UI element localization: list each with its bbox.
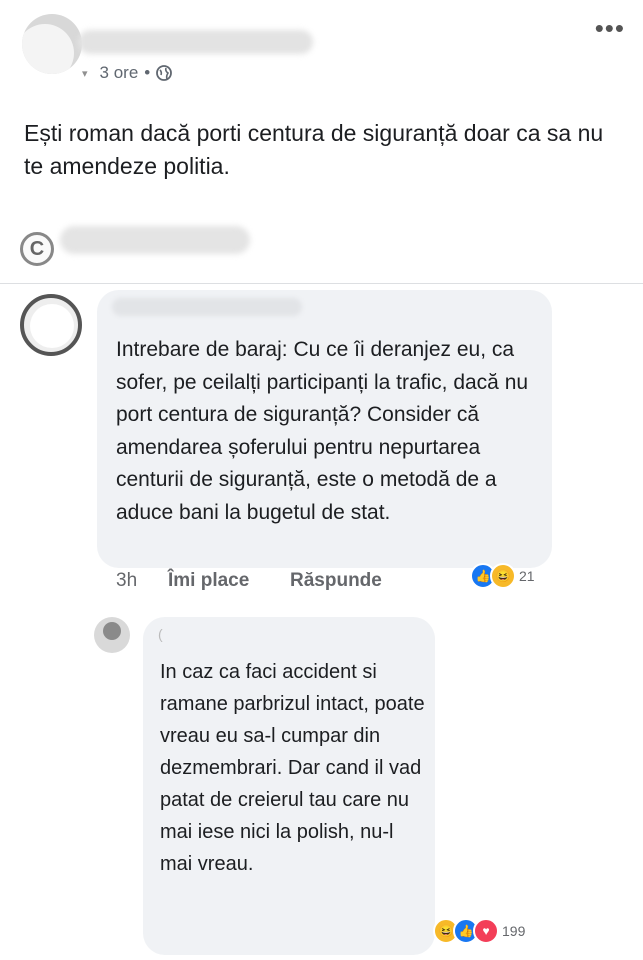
comment-avatar[interactable] — [20, 294, 82, 356]
haha-reaction-icon: 😆 — [490, 563, 516, 589]
more-horizontal-icon[interactable]: ••• — [595, 15, 625, 41]
copyright-icon: C — [20, 232, 54, 266]
love-reaction-icon: ♥ — [473, 918, 499, 944]
reaction-count: 21 — [519, 568, 535, 584]
globe-icon — [156, 65, 173, 81]
reply-text: In caz ca faci accident si ramane parbri… — [160, 661, 425, 875]
reply-button[interactable]: Răspunde — [290, 570, 382, 592]
comment-author-redacted[interactable] — [112, 298, 302, 316]
post-text: Ești roman dacă porti centura de siguran… — [24, 120, 604, 179]
shared-source-redacted[interactable] — [60, 226, 250, 254]
divider — [0, 283, 643, 284]
chevron-down-icon: ▾ — [82, 67, 88, 80]
reply-reaction-summary[interactable]: 😆 👍 ♥ 199 — [433, 918, 525, 944]
reply-avatar[interactable] — [94, 617, 130, 653]
comment-text: Intrebare de baraj: Cu ce îi deranjez eu… — [116, 338, 529, 524]
comment-time[interactable]: 3h — [116, 570, 137, 592]
post-time[interactable]: 3 ore — [100, 63, 139, 83]
like-button[interactable]: Îmi place — [168, 570, 249, 592]
meta-separator: • — [144, 63, 151, 82]
post-author-name-redacted[interactable] — [78, 30, 313, 54]
reply-author-fragment[interactable]: ( — [158, 626, 163, 642]
post-author-avatar[interactable] — [22, 14, 82, 74]
post-meta: ▾ 3 ore • — [82, 63, 173, 83]
reaction-summary[interactable]: 👍 😆 21 — [470, 563, 535, 589]
reply-reaction-count: 199 — [502, 923, 526, 939]
